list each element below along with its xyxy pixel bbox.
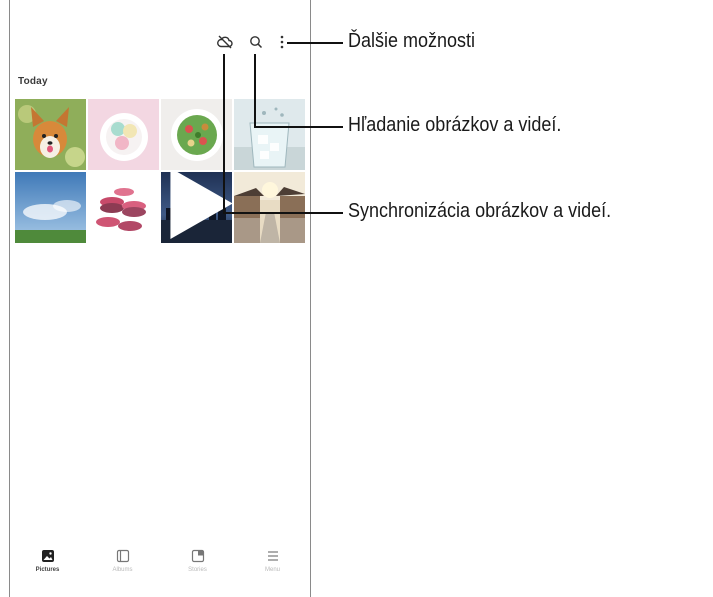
thumbnail-sky-field[interactable] [15,172,86,243]
thumbnail-water-glass[interactable] [234,99,305,170]
thumbnail-salad[interactable] [161,99,232,170]
callout-line-sync [223,54,225,212]
nav-item-menu[interactable]: Menu [243,549,303,573]
menu-icon [267,551,278,561]
callout-line-sync-h [223,212,343,214]
nav-label-menu: Menu [264,567,280,573]
thumbnail-macarons-plate[interactable] [88,99,159,170]
callout-sync: Synchronizácia obrázkov a videí. [348,200,612,222]
callout-more-options: Ďalšie možnosti [348,30,476,52]
thumbnail-stacked-macarons[interactable] [88,172,159,243]
section-title: Today [18,76,48,87]
callout-line-search [254,54,256,126]
nav-label-pictures: Pictures [35,567,60,573]
nav-item-pictures[interactable]: Pictures [18,549,78,573]
nav-item-albums[interactable]: Albums [93,549,153,573]
callout-search: Hľadanie obrázkov a videí. [348,114,562,136]
cloud-sync-off-icon[interactable] [215,32,235,52]
callout-line-search-h [254,126,343,128]
bottom-nav: Pictures Albums Stories Menu [10,549,310,597]
callout-line-more-options [287,42,343,44]
nav-item-stories[interactable]: Stories [168,549,228,573]
thumbnail-corgi[interactable] [15,99,86,170]
phone-screen: Today Pictures Albums Stories Menu [9,0,311,597]
nav-label-albums: Albums [112,567,133,573]
photo-grid [15,99,305,243]
search-icon[interactable] [246,32,266,52]
thumbnail-city-night-video[interactable] [161,172,232,243]
thumbnail-village-street[interactable] [234,172,305,243]
albums-icon [116,549,129,563]
nav-label-stories: Stories [188,567,207,573]
pictures-icon [41,550,54,562]
stories-icon [191,549,204,563]
